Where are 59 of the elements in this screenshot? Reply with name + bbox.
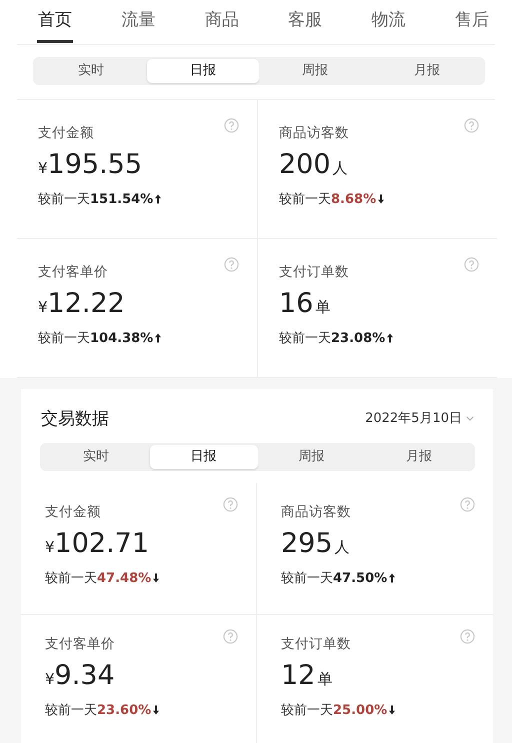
metric-label: 商品访客数: [279, 124, 349, 142]
chevron-down-icon: [466, 416, 474, 420]
metric-value: 200: [279, 148, 331, 182]
metric-value: 12: [281, 659, 316, 693]
metric-unit: 单: [317, 670, 332, 689]
metric-label: 支付订单数: [281, 635, 351, 653]
comparison-label: 较前一天: [38, 191, 90, 208]
metric-unit: 人: [332, 159, 348, 178]
period-tab[interactable]: 日报: [147, 59, 259, 83]
nav-tab[interactable]: 商品: [204, 0, 240, 42]
nav-tab[interactable]: 流量: [120, 0, 156, 42]
metric-label: 商品访客数: [281, 503, 351, 521]
help-icon[interactable]: [460, 629, 475, 644]
comparison-label: 较前一天: [279, 330, 331, 347]
currency-sign: ¥: [45, 538, 55, 556]
metric-value: 9.34: [54, 659, 115, 693]
help-icon[interactable]: [224, 118, 239, 133]
comparison-label: 较前一天: [45, 570, 97, 587]
comparison-label: 较前一天: [279, 191, 331, 208]
change-value: 23.60%: [97, 702, 152, 718]
change-value: 23.08%: [331, 330, 386, 346]
help-icon[interactable]: [224, 257, 239, 272]
help-icon[interactable]: [464, 118, 479, 133]
comparison-label: 较前一天: [281, 570, 333, 587]
metric-value: 12.22: [48, 287, 125, 321]
metric-value: 16: [279, 287, 314, 321]
nav-tab[interactable]: 售后: [454, 0, 490, 42]
help-icon[interactable]: [464, 257, 479, 272]
comparison-label: 较前一天: [45, 702, 97, 719]
change-value: 8.68%: [331, 192, 376, 206]
change-value: 47.50%: [333, 570, 388, 586]
metric-value: 195.55: [48, 148, 142, 182]
metric-value: 295: [281, 527, 333, 561]
nav-tab[interactable]: 首页: [37, 0, 73, 43]
metric-label: 支付金额: [45, 503, 101, 521]
comparison-label: 较前一天: [281, 702, 333, 719]
period-tab[interactable]: 日报: [150, 445, 258, 469]
metric-unit: 单: [315, 298, 330, 317]
currency-sign: ¥: [45, 670, 55, 688]
comparison-label: 较前一天: [38, 330, 90, 347]
help-icon[interactable]: [460, 497, 475, 512]
change-value: 47.48%: [97, 570, 152, 586]
metric-label: 支付客单价: [45, 635, 115, 653]
metric-label: 支付客单价: [38, 263, 108, 281]
currency-sign: ¥: [38, 298, 48, 316]
nav-tab[interactable]: 物流: [370, 0, 407, 42]
metric-label: 支付订单数: [279, 263, 349, 281]
metric-value: 102.71: [54, 527, 150, 561]
section-title: 交易数据: [41, 408, 109, 430]
date-picker[interactable]: 2022年5月10日: [365, 409, 474, 427]
change-value: 104.38%: [90, 330, 154, 346]
nav-tab[interactable]: 客服: [287, 0, 324, 42]
currency-sign: ¥: [38, 159, 48, 177]
change-value: 151.54%: [90, 192, 154, 206]
change-value: 25.00%: [333, 702, 388, 718]
help-icon[interactable]: [223, 497, 238, 512]
metric-unit: 人: [334, 538, 350, 557]
help-icon[interactable]: [223, 629, 238, 644]
metric-label: 支付金额: [38, 124, 94, 142]
